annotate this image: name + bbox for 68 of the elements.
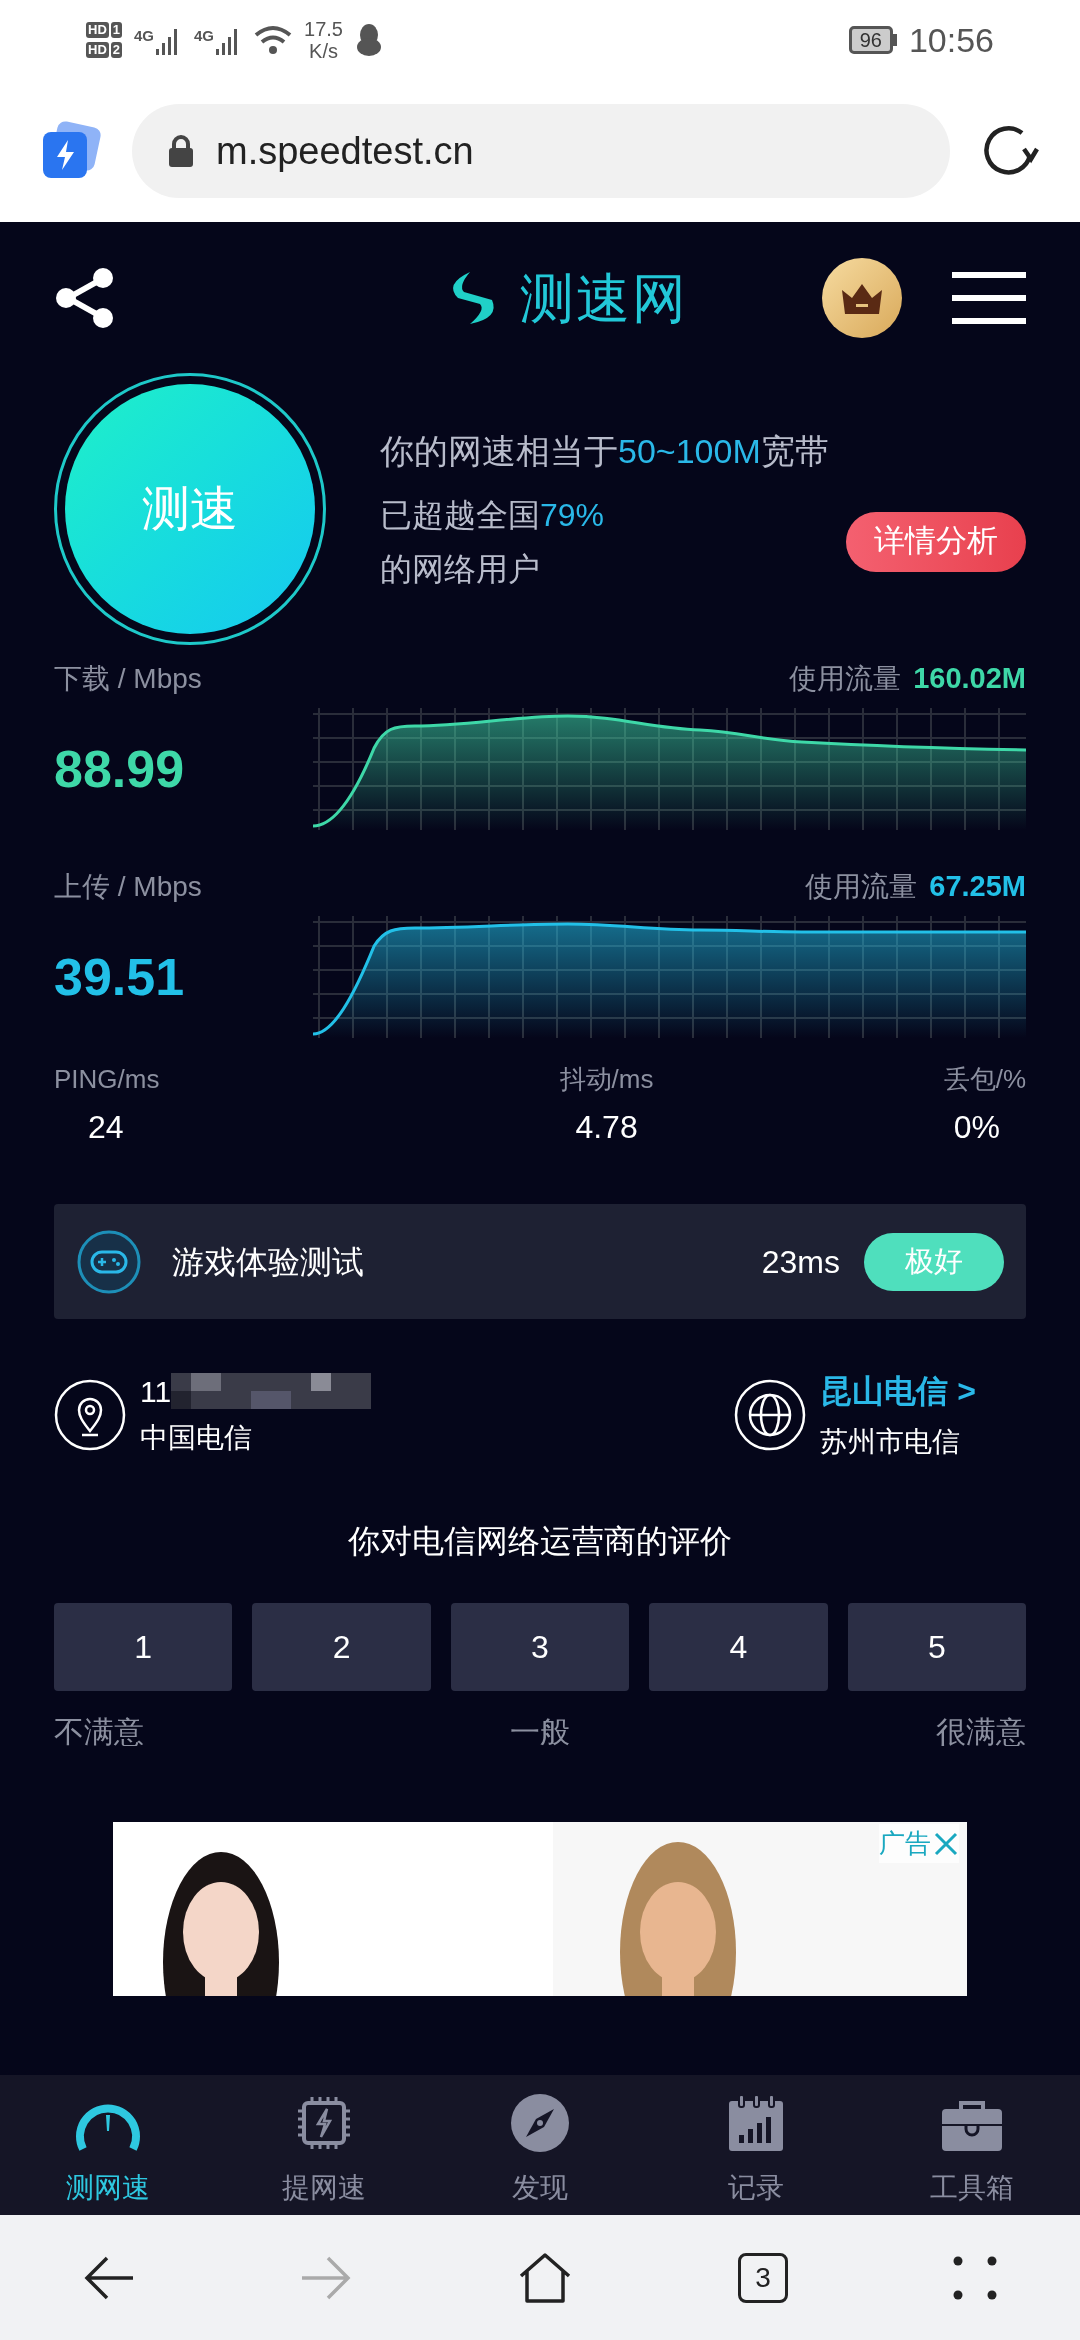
rating-option[interactable]: 3: [450, 1603, 630, 1691]
sim-slot: 1: [110, 22, 122, 38]
stat-label: 丢包/%: [943, 1063, 1026, 1096]
url-text: m.speedtest.cn: [216, 128, 474, 174]
logo-text: 测速网: [520, 266, 688, 330]
speed-equivalence: 你的网速相当于50~100M宽带: [380, 430, 830, 472]
network-type: 4G: [194, 26, 215, 46]
nav-tab[interactable]: 记录: [648, 2075, 864, 2215]
share-icon[interactable]: [54, 267, 116, 329]
ip-address: 11: [140, 1373, 172, 1410]
speed-unit: K/s: [309, 40, 338, 62]
speed-value: 88.99: [54, 739, 185, 800]
calendar-chart-icon: [727, 2095, 785, 2153]
stat-value: 4.78: [575, 1108, 638, 1147]
rating-question: 你对电信网络运营商的评价: [348, 1522, 732, 1561]
clock-time: 10:56: [908, 19, 994, 61]
game-latency: 23ms: [761, 1242, 840, 1282]
gamepad-icon: [76, 1228, 142, 1295]
speed-value: 39.51: [54, 947, 185, 1008]
meter-label: 下载 / Mbps: [54, 662, 202, 696]
game-test-title: 游戏体验测试: [172, 1242, 365, 1282]
usage-value: 67.25M: [929, 869, 1026, 905]
crown-icon[interactable]: [822, 258, 902, 338]
server-region: 苏州市电信: [820, 1425, 962, 1459]
rating-option[interactable]: 4: [649, 1603, 828, 1691]
compass-icon: [510, 2093, 570, 2153]
stat-label: 抖动/ms: [559, 1063, 654, 1096]
more-dots-icon[interactable]: [953, 2255, 998, 2300]
address-bar[interactable]: m.speedtest.cn: [132, 104, 950, 198]
usage-label: 使用流量: [805, 870, 918, 904]
details-button[interactable]: 详情分析: [846, 511, 1026, 572]
scale-label: 一般: [510, 1714, 570, 1750]
usage-label: 使用流量: [789, 662, 902, 696]
menu-icon[interactable]: [952, 272, 1026, 324]
ad-label: 广告: [879, 1827, 931, 1860]
network-speed: 17.5: [304, 18, 343, 40]
stat-value: 24: [87, 1108, 124, 1147]
stat-label: PING/ms: [54, 1063, 160, 1096]
nav-tab[interactable]: 发现: [432, 2075, 648, 2215]
rating-option[interactable]: 1: [54, 1603, 233, 1691]
nav-tab[interactable]: 提网速: [216, 2075, 432, 2215]
scale-label: 很满意: [936, 1714, 1026, 1750]
network-type: 4G: [134, 26, 155, 46]
nav-tab[interactable]: 工具箱: [864, 2075, 1080, 2215]
rating-badge: 极好: [864, 1232, 1004, 1291]
server-link[interactable]: 昆山电信 >: [820, 1367, 976, 1415]
stat-value: 0%: [953, 1108, 1001, 1147]
sim-label: HD: [86, 22, 109, 38]
tab-count-button[interactable]: 3: [738, 2252, 789, 2303]
close-icon[interactable]: [933, 1830, 959, 1857]
scale-label: 不满意: [54, 1714, 144, 1750]
meter-label: 上传 / Mbps: [54, 870, 202, 904]
location-pin-icon: [54, 1379, 126, 1451]
ranking-text: 的网络用户: [380, 549, 541, 589]
back-arrow-icon[interactable]: [82, 2254, 135, 2301]
ranking-text: 已超越全国79%: [380, 495, 605, 535]
rating-option[interactable]: 2: [252, 1603, 431, 1691]
globe-icon: [734, 1379, 807, 1451]
rating-option[interactable]: 5: [847, 1603, 1027, 1691]
sim-slot: 2: [110, 42, 122, 58]
lock-icon: [168, 135, 194, 167]
penguin-icon: [355, 23, 383, 57]
nav-tab[interactable]: 测网速: [0, 2075, 216, 2215]
usage-value: 160.02M: [913, 661, 1026, 697]
isp-name: 中国电信: [140, 1421, 253, 1455]
sim-label: HD: [86, 42, 109, 58]
wifi-icon: [254, 25, 293, 55]
battery-indicator: 96: [848, 26, 897, 54]
